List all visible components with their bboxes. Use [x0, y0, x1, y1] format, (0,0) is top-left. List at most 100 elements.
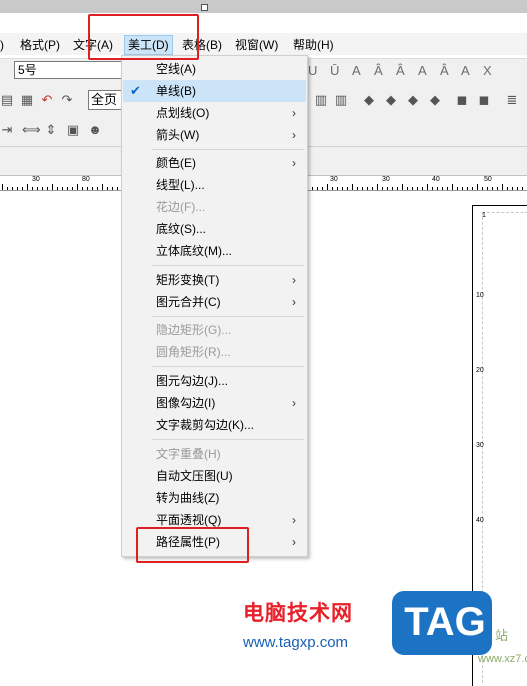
underline-icon[interactable]: U: [308, 63, 317, 79]
menu-item-single-line[interactable]: ✔ 单线(B): [123, 80, 306, 102]
ruler-tick: [352, 184, 353, 190]
font-a2-icon[interactable]: A: [418, 63, 427, 79]
ruler-tick: [412, 187, 413, 190]
ruler-tick: [362, 187, 363, 190]
overline-icon[interactable]: Ū: [330, 63, 339, 79]
font-a-hat3-icon[interactable]: Â: [440, 63, 449, 79]
ruler-tick: [462, 187, 463, 190]
ruler-tick: [32, 187, 33, 190]
watermark-site2: www.xz7.com: [478, 653, 527, 665]
watermark-title: 电脑技术网: [243, 602, 353, 625]
window-top-strip: [0, 0, 527, 13]
menu-separator: [152, 265, 304, 266]
ruler-tick: [97, 187, 98, 190]
font-size-select[interactable]: 5号: [14, 61, 122, 79]
menu-item-text-clip-outline[interactable]: 文字裁剪勾边(K)...: [123, 414, 306, 436]
ruler-tick: [457, 187, 458, 190]
menu-item-image-outline[interactable]: 图像勾边(I) ›: [123, 392, 306, 414]
menu-item-element-outline[interactable]: 图元勾边(J)...: [123, 370, 306, 392]
submenu-arrow-icon: ›: [292, 106, 296, 120]
ruler-tick: [317, 187, 318, 190]
menu-item-3d-shading[interactable]: 立体底纹(M)...: [123, 240, 306, 262]
ruler-tick: [92, 187, 93, 190]
ruler-tick: [402, 184, 403, 190]
undo-icon[interactable]: ↶: [40, 93, 54, 107]
shape2-icon[interactable]: ◆: [384, 93, 398, 107]
font-a-hat2-icon[interactable]: Â: [396, 63, 405, 79]
menubar: ) 格式(P) 文字(A) 美工(D) 表格(B) 视窗(W) 帮助(H): [0, 33, 527, 55]
layer2-icon[interactable]: ◼: [477, 93, 491, 107]
indent-icon[interactable]: ⇥: [0, 123, 14, 137]
ruler-tick: [422, 187, 423, 190]
menu-item-line-type[interactable]: 线型(L)...: [123, 174, 306, 196]
menu-item-rect-transform[interactable]: 矩形变换(T) ›: [123, 269, 306, 291]
page-ruler-label: 1: [482, 212, 486, 219]
ruler-tick: [447, 187, 448, 190]
ruler-tick: [397, 187, 398, 190]
column2-icon[interactable]: ▥: [334, 93, 348, 107]
watermark-url: www.tagxp.com: [243, 634, 349, 651]
clear-format-icon[interactable]: X: [483, 63, 492, 79]
paste-icon[interactable]: ▦: [20, 93, 34, 107]
ruler-tick: [472, 187, 473, 190]
ruler-tick: [2, 184, 3, 190]
menu-format[interactable]: 格式(P): [20, 37, 60, 53]
ruler-tick: [377, 184, 378, 190]
menu-item-arrow[interactable]: 箭头(W) ›: [123, 124, 306, 146]
submenu-arrow-icon: ›: [292, 156, 296, 170]
ruler-tick: [42, 187, 43, 190]
watermark-site: 站: [495, 628, 509, 643]
image-icon[interactable]: ☻: [88, 123, 102, 137]
menu-item-dash-dot-line[interactable]: 点划线(O) ›: [123, 102, 306, 124]
ruler-tick: [392, 187, 393, 190]
shape1-icon[interactable]: ◆: [362, 93, 376, 107]
ruler-tick: [507, 187, 508, 190]
redo-icon[interactable]: ↷: [60, 93, 74, 107]
ruler-tick: [117, 187, 118, 190]
ruler-tick: [22, 187, 23, 190]
ruler-tick: [342, 187, 343, 190]
ruler-tick: [102, 184, 103, 190]
ruler-tick: [37, 187, 38, 190]
menu-help[interactable]: 帮助(H): [293, 37, 334, 53]
width-icon[interactable]: ⟺: [22, 123, 41, 137]
resize-handle[interactable]: [201, 4, 208, 11]
frame-icon[interactable]: ▣: [66, 123, 80, 137]
align-icon[interactable]: ≣: [505, 93, 519, 107]
menu-window[interactable]: 视窗(W): [235, 37, 278, 53]
ruler-tick: [57, 187, 58, 190]
copy-icon[interactable]: ▤: [0, 93, 14, 107]
submenu-arrow-icon: ›: [292, 128, 296, 142]
ruler-tick: [437, 187, 438, 190]
page-ruler-label: 20: [476, 367, 484, 374]
submenu-arrow-icon: ›: [292, 273, 296, 287]
ruler-tick: [77, 184, 78, 190]
menu-item-hidden-edge-rect: 隐边矩形(G)...: [156, 323, 232, 337]
submenu-arrow-icon: ›: [292, 295, 296, 309]
menu-item-shading[interactable]: 底纹(S)...: [123, 218, 306, 240]
layer1-icon[interactable]: ◼: [455, 93, 469, 107]
column-icon[interactable]: ▥: [314, 93, 328, 107]
font-a-icon[interactable]: A: [352, 63, 361, 79]
font-a-box-icon[interactable]: A: [461, 63, 470, 79]
menu-item-empty-line[interactable]: 空线(A): [123, 58, 306, 80]
ruler-tick: [322, 187, 323, 190]
zoom-select[interactable]: 全页: [88, 90, 124, 110]
menu-item-convert-curve[interactable]: 转为曲线(Z): [123, 487, 306, 509]
height-icon[interactable]: ⇕: [44, 123, 58, 137]
menu-item-auto-text-wrap[interactable]: 自动文压图(U): [123, 465, 306, 487]
checkmark-icon: ✔: [130, 83, 141, 98]
menu-item-element-merge[interactable]: 图元合并(C) ›: [123, 291, 306, 313]
ruler-tick: [452, 184, 453, 190]
ruler-tick: [12, 187, 13, 190]
shape3-icon[interactable]: ◆: [406, 93, 420, 107]
ruler-tick: [387, 187, 388, 190]
submenu-arrow-icon: ›: [292, 535, 296, 549]
ruler-tick: [477, 184, 478, 190]
menu-partial[interactable]: ): [0, 37, 4, 53]
font-a-hat-icon[interactable]: Â: [374, 63, 383, 79]
shape4-icon[interactable]: ◆: [428, 93, 442, 107]
menu-item-color[interactable]: 颜色(E) ›: [123, 152, 306, 174]
ruler-tick: [27, 184, 28, 190]
ruler-tick: [47, 187, 48, 190]
